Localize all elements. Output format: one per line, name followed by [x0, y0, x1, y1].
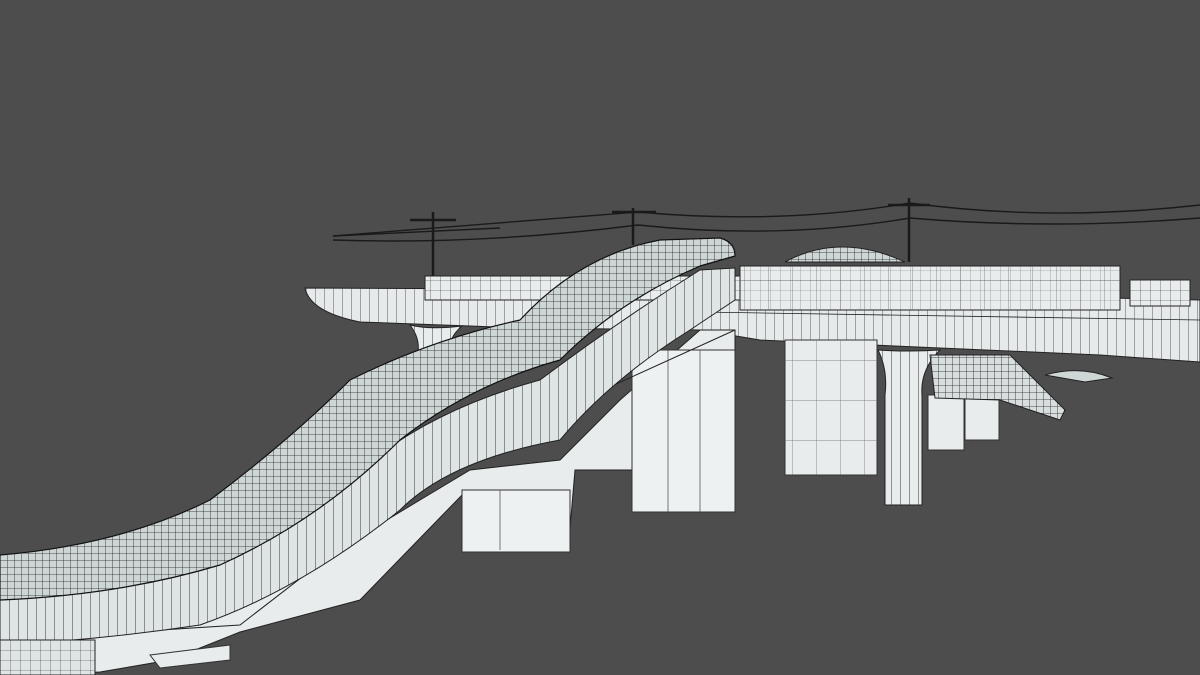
overhead-catenary: [332, 202, 1200, 242]
station-roof: [784, 246, 906, 263]
3d-viewport[interactable]: [0, 0, 1200, 675]
wireframe-render: [0, 198, 1200, 675]
